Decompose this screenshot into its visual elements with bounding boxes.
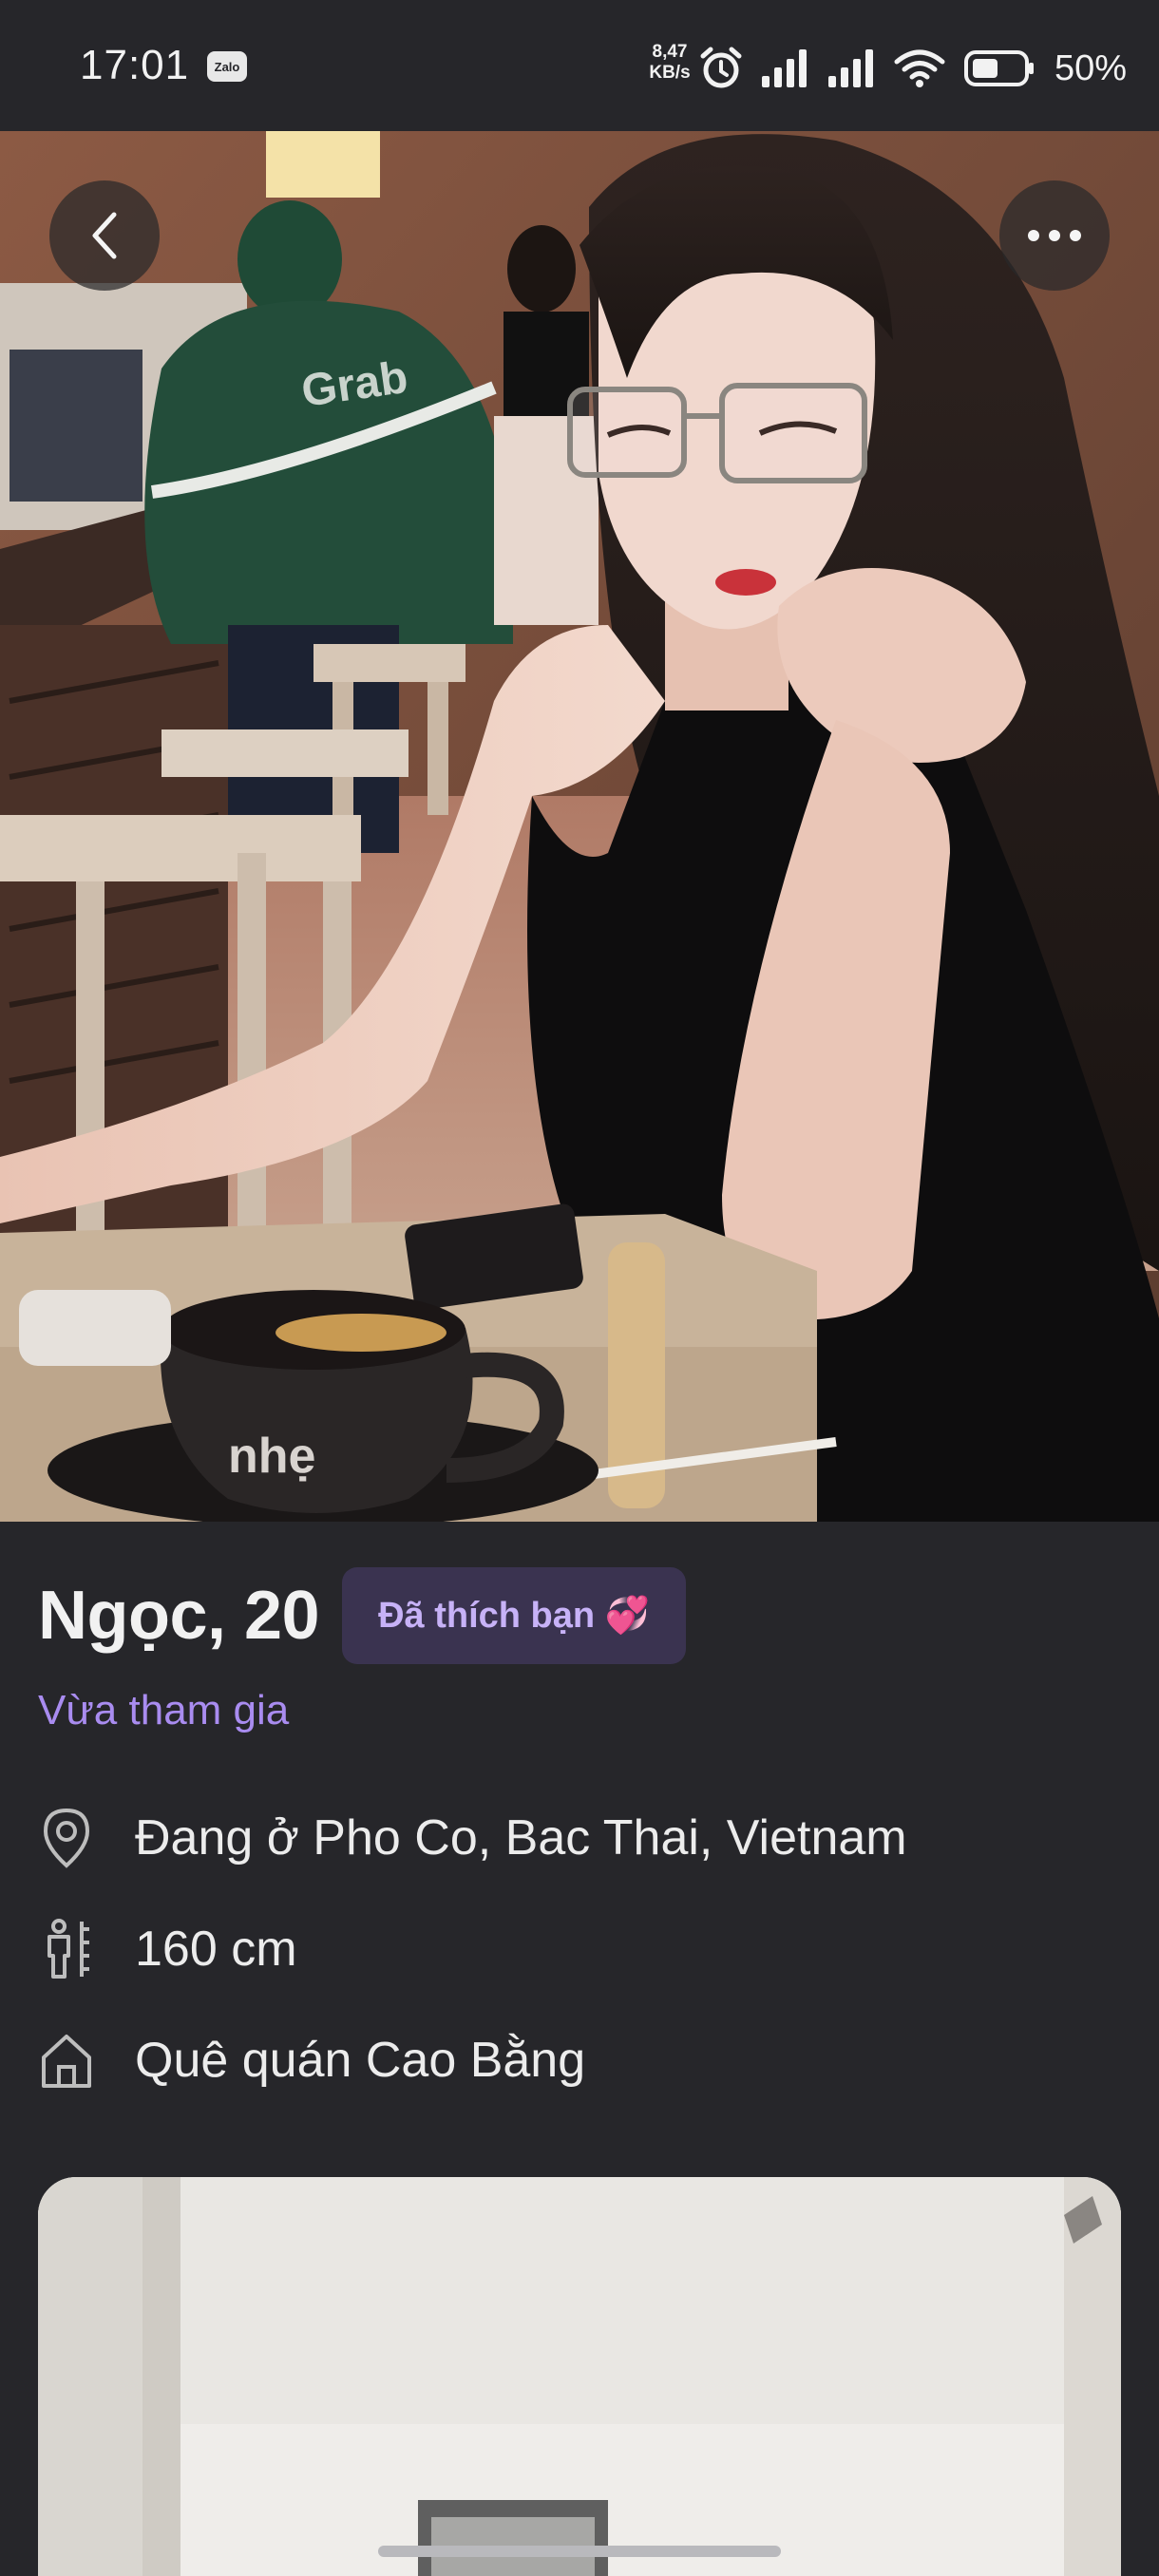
cup-print: nhẹ (228, 1429, 315, 1484)
zalo-notification-icon: Zalo (207, 51, 247, 82)
network-speed: 8,47 KB/s (646, 42, 694, 84)
profile-name-age: Ngọc, 20 (38, 1578, 320, 1654)
more-options-button[interactable] (999, 180, 1110, 291)
liked-you-badge: Đã thích bạn 💞 (342, 1567, 686, 1664)
battery-icon (964, 50, 1034, 86)
profile-name-row: Ngọc, 20 Đã thích bạn 💞 (38, 1567, 686, 1664)
alarm-icon (700, 47, 742, 88)
more-horizontal-icon (1028, 230, 1081, 241)
chevron-left-icon (92, 212, 117, 259)
location-pin-icon (38, 1805, 95, 1871)
signal-icon (762, 49, 807, 87)
profile-photo-image: Grab nhẹ (0, 131, 1159, 1522)
status-bar: 17:01 Zalo 8,47 KB/s 50% (0, 0, 1159, 131)
wifi-icon (894, 49, 945, 87)
profile-main-photo[interactable]: Grab nhẹ (0, 131, 1159, 1522)
detail-location-text: Đang ở Pho Co, Bac Thai, Vietnam (135, 1810, 907, 1866)
home-icon (38, 2027, 95, 2093)
detail-height-text: 160 cm (135, 1922, 297, 1977)
battery-percentage: 50% (1054, 47, 1128, 88)
signal-icon (828, 49, 873, 87)
home-indicator[interactable] (378, 2546, 781, 2557)
detail-hometown: Quê quán Cao Bằng (38, 2027, 585, 2093)
detail-location: Đang ở Pho Co, Bac Thai, Vietnam (38, 1805, 907, 1871)
network-speed-value: 8,47 (652, 42, 688, 62)
detail-height: 160 cm (38, 1916, 297, 1982)
back-button[interactable] (49, 180, 160, 291)
status-time: 17:01 (80, 42, 190, 88)
height-icon (38, 1916, 95, 1982)
profile-photo-2-image (38, 2177, 1121, 2576)
profile-photo-2[interactable] (38, 2177, 1121, 2576)
network-speed-unit: KB/s (649, 63, 691, 83)
detail-hometown-text: Quê quán Cao Bằng (135, 2033, 586, 2088)
joined-status: Vừa tham gia (38, 1687, 290, 1733)
status-icons: 50% (699, 42, 1127, 95)
